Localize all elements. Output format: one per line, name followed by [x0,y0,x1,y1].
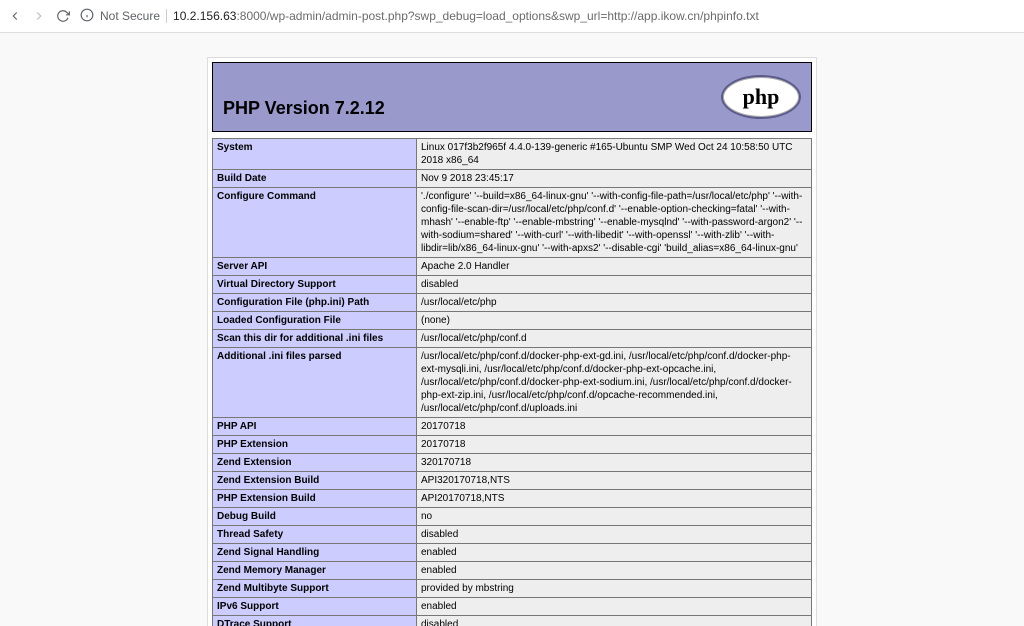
config-value: (none) [417,312,812,330]
config-value: 320170718 [417,454,812,472]
table-row: Zend Memory Managerenabled [213,562,812,580]
config-key: Zend Multibyte Support [213,580,417,598]
table-row: SystemLinux 017f3b2f965f 4.4.0-139-gener… [213,139,812,170]
config-value: Nov 9 2018 23:45:17 [417,170,812,188]
table-row: Zend Multibyte Supportprovided by mbstri… [213,580,812,598]
config-key: Build Date [213,170,417,188]
config-value: /usr/local/etc/php/conf.d [417,330,812,348]
config-value: disabled [417,616,812,626]
config-key: Zend Memory Manager [213,562,417,580]
table-row: Server APIApache 2.0 Handler [213,258,812,276]
table-row: Virtual Directory Supportdisabled [213,276,812,294]
config-key: Thread Safety [213,526,417,544]
config-key: System [213,139,417,170]
table-row: Additional .ini files parsed/usr/local/e… [213,348,812,418]
config-value: 20170718 [417,418,812,436]
config-key: Debug Build [213,508,417,526]
config-key: Server API [213,258,417,276]
table-row: IPv6 Supportenabled [213,598,812,616]
table-row: Zend Signal Handlingenabled [213,544,812,562]
phpinfo-banner: PHP Version 7.2.12 php [212,62,812,132]
table-row: Zend Extension BuildAPI320170718,NTS [213,472,812,490]
config-value: disabled [417,276,812,294]
table-row: PHP Extension BuildAPI20170718,NTS [213,490,812,508]
config-value: Linux 017f3b2f965f 4.4.0-139-generic #16… [417,139,812,170]
config-value: Apache 2.0 Handler [417,258,812,276]
config-key: Scan this dir for additional .ini files [213,330,417,348]
config-key: Configure Command [213,188,417,258]
config-value: /usr/local/etc/php/conf.d/docker-php-ext… [417,348,812,418]
config-value: /usr/local/etc/php [417,294,812,312]
table-row: Configure Command'./configure' '--build=… [213,188,812,258]
info-icon [80,8,94,25]
browser-toolbar: Not Secure 10.2.156.63:8000/wp-admin/adm… [0,0,1024,33]
config-value: enabled [417,598,812,616]
config-key: PHP API [213,418,417,436]
separator [166,9,167,23]
security-status: Not Secure [100,9,160,23]
address-bar[interactable]: Not Secure 10.2.156.63:8000/wp-admin/adm… [80,8,1016,25]
table-row: Zend Extension320170718 [213,454,812,472]
config-value: no [417,508,812,526]
config-key: Additional .ini files parsed [213,348,417,418]
table-row: Scan this dir for additional .ini files/… [213,330,812,348]
config-value: disabled [417,526,812,544]
config-value: API20170718,NTS [417,490,812,508]
config-key: PHP Extension [213,436,417,454]
phpinfo-table: SystemLinux 017f3b2f965f 4.4.0-139-gener… [212,138,812,626]
config-value: API320170718,NTS [417,472,812,490]
reload-button[interactable] [56,9,70,23]
config-value: enabled [417,562,812,580]
config-key: Zend Extension Build [213,472,417,490]
url-text: 10.2.156.63:8000/wp-admin/admin-post.php… [173,9,759,23]
config-key: Zend Signal Handling [213,544,417,562]
table-row: Configuration File (php.ini) Path/usr/lo… [213,294,812,312]
config-key: DTrace Support [213,616,417,626]
php-version-title: PHP Version 7.2.12 [223,98,385,123]
table-row: Loaded Configuration File(none) [213,312,812,330]
back-button[interactable] [8,9,22,23]
config-value: 20170718 [417,436,812,454]
table-row: Debug Buildno [213,508,812,526]
config-value: provided by mbstring [417,580,812,598]
phpinfo-page: PHP Version 7.2.12 php SystemLinux 017f3… [207,57,817,626]
php-logo: php [721,75,801,119]
config-key: IPv6 Support [213,598,417,616]
table-row: Build DateNov 9 2018 23:45:17 [213,170,812,188]
config-key: Loaded Configuration File [213,312,417,330]
table-row: Thread Safetydisabled [213,526,812,544]
table-row: PHP API20170718 [213,418,812,436]
config-key: Zend Extension [213,454,417,472]
config-value: './configure' '--build=x86_64-linux-gnu'… [417,188,812,258]
table-row: DTrace Supportdisabled [213,616,812,626]
config-key: Virtual Directory Support [213,276,417,294]
config-key: Configuration File (php.ini) Path [213,294,417,312]
config-value: enabled [417,544,812,562]
forward-button[interactable] [32,9,46,23]
config-key: PHP Extension Build [213,490,417,508]
table-row: PHP Extension20170718 [213,436,812,454]
